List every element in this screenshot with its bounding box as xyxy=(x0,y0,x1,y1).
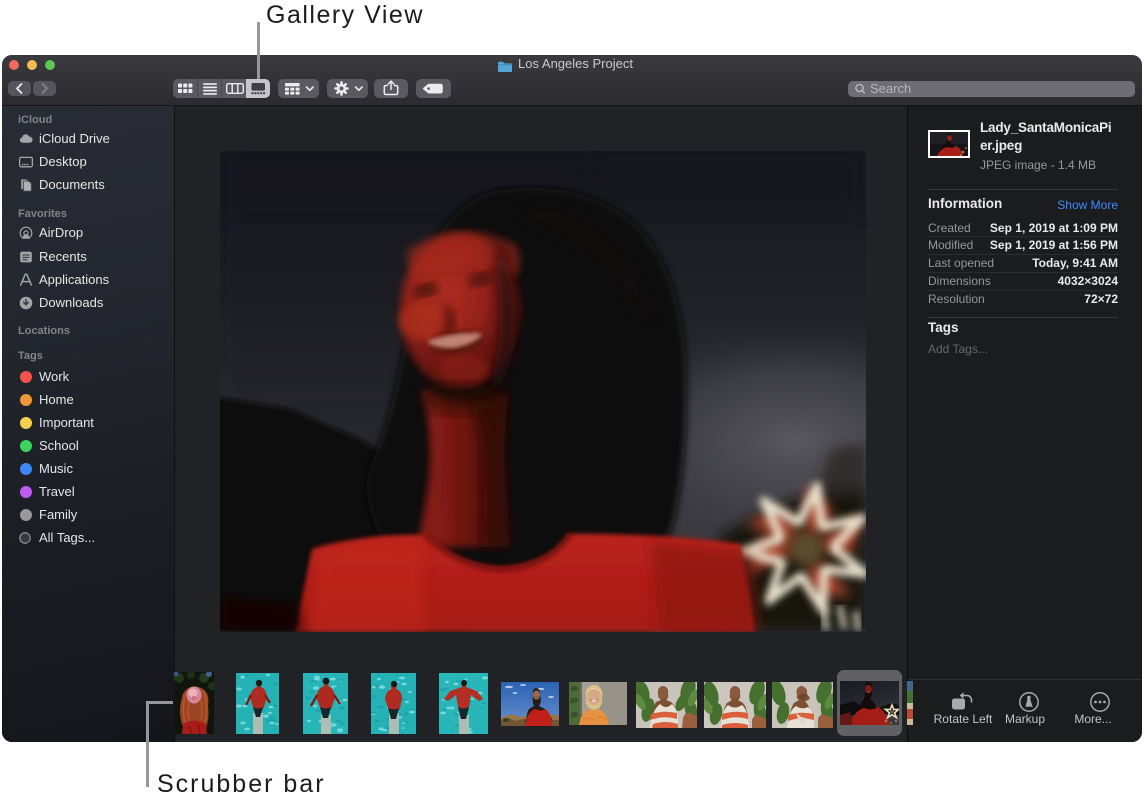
svg-text:Search: Search xyxy=(870,81,911,96)
